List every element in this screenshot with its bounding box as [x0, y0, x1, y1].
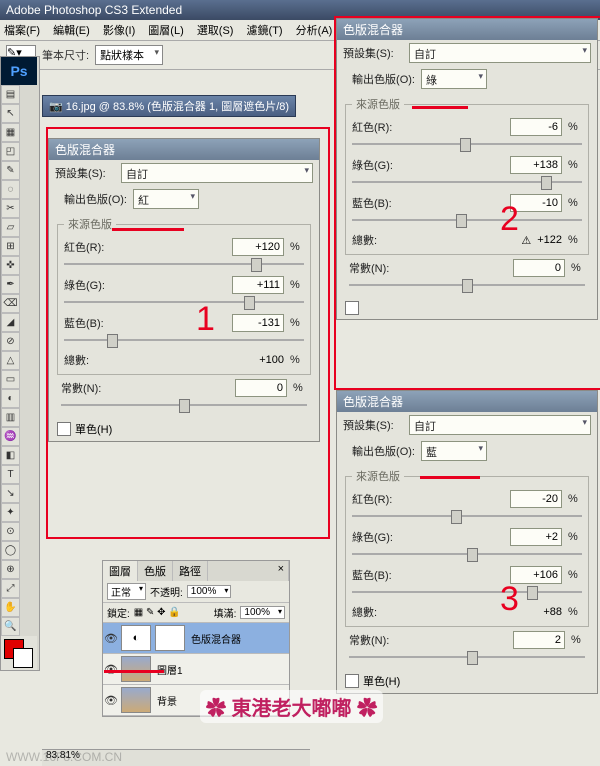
tool-18[interactable]: ♒: [1, 427, 20, 446]
menu-select[interactable]: 選取(S): [197, 25, 234, 37]
layer-row-mixer[interactable]: 👁 ◐ 色版混合器: [103, 623, 289, 654]
mask-thumb-icon: [155, 625, 185, 651]
color-wells[interactable]: [1, 636, 37, 670]
tool-7[interactable]: ▱: [1, 218, 20, 237]
tool-3[interactable]: ◰: [1, 142, 20, 161]
document-tab[interactable]: 📷 16.jpg @ 83.8% (色版混合器 1, 圖層遮色片/8): [42, 95, 296, 117]
tool-21[interactable]: ↘: [1, 484, 20, 503]
tool-27[interactable]: ✋: [1, 598, 20, 617]
layer-thumb: [121, 687, 151, 713]
tool-6[interactable]: ✂: [1, 199, 20, 218]
tool-16[interactable]: ◐: [1, 389, 20, 408]
toolbox: Ps ▤↖▦◰✎◌✂▱⊞✜✒⌫◢⊘△▭◐▥♒◧T↘✦⊙◯⊕⤢✋🔍: [0, 56, 40, 671]
tool-1[interactable]: ↖: [1, 104, 20, 123]
underline-3: [420, 476, 480, 479]
tool-12[interactable]: ◢: [1, 313, 20, 332]
ps-logo-icon: Ps: [1, 57, 37, 85]
red-input-3[interactable]: [510, 490, 562, 508]
opacity-select[interactable]: 100%: [187, 585, 232, 598]
blend-mode-select[interactable]: 正常: [107, 583, 146, 600]
tool-19[interactable]: ◧: [1, 446, 20, 465]
app-title: Adobe Photoshop CS3 Extended: [6, 3, 182, 17]
tool-24[interactable]: ◯: [1, 541, 20, 560]
menu-image[interactable]: 影像(I): [103, 25, 135, 37]
tool-14[interactable]: △: [1, 351, 20, 370]
tool-23[interactable]: ⊙: [1, 522, 20, 541]
tab-channels[interactable]: 色版: [138, 561, 173, 581]
underline-1: [112, 228, 184, 231]
tool-26[interactable]: ⤢: [1, 579, 20, 598]
sample-size-combo[interactable]: 點狀樣本: [95, 45, 163, 65]
green-input-3[interactable]: [510, 528, 562, 546]
tool-11[interactable]: ⌫: [1, 294, 20, 313]
tool-17[interactable]: ▥: [1, 408, 20, 427]
menu-analysis[interactable]: 分析(A): [296, 25, 333, 37]
menu-filter[interactable]: 濾鏡(T): [247, 25, 283, 37]
underline-4: [104, 670, 164, 673]
tool-2[interactable]: ▦: [1, 123, 20, 142]
watermark: WWW.16F8.COM.CN: [6, 750, 122, 764]
adjustment-thumb-icon: ◐: [121, 625, 151, 651]
eye-icon[interactable]: 👁: [103, 624, 119, 652]
annotation-box-2: [334, 16, 600, 390]
tool-15[interactable]: ▭: [1, 370, 20, 389]
tool-28[interactable]: 🔍: [1, 617, 20, 636]
tab-layers[interactable]: 圖層: [103, 561, 138, 581]
mono-checkbox-3[interactable]: [345, 674, 359, 688]
panel3-title: 色版混合器: [337, 391, 597, 412]
menu-file[interactable]: 檔案(F): [4, 25, 40, 37]
tool-13[interactable]: ⊘: [1, 332, 20, 351]
menu-edit[interactable]: 編輯(E): [53, 25, 90, 37]
tool-25[interactable]: ⊕: [1, 560, 20, 579]
layer-thumb: [121, 656, 151, 682]
preset-select-3[interactable]: 自訂: [409, 415, 591, 435]
fill-select[interactable]: 100%: [240, 606, 285, 619]
lock-icons[interactable]: ▦ ✎ ✥ 🔒: [134, 607, 181, 618]
background-swatch[interactable]: [13, 648, 33, 668]
tool-5[interactable]: ◌: [1, 180, 20, 199]
tool-10[interactable]: ✒: [1, 275, 20, 294]
underline-2: [412, 106, 468, 109]
eye-icon[interactable]: 👁: [103, 686, 119, 714]
annotation-2: 2: [500, 200, 519, 239]
tool-20[interactable]: T: [1, 465, 20, 484]
annotation-3: 3: [500, 580, 519, 619]
constant-input-3[interactable]: [513, 631, 565, 649]
tab-paths[interactable]: 路徑: [173, 561, 208, 581]
channel-mixer-panel-3: 色版混合器 預設集(S): 自訂 輸出色版(O): 藍 來源色版 紅色(R):%…: [336, 390, 598, 694]
annotation-1: 1: [196, 300, 215, 339]
menu-layer[interactable]: 圖層(L): [148, 25, 183, 37]
tool-22[interactable]: ✦: [1, 503, 20, 522]
tool-9[interactable]: ✜: [1, 256, 20, 275]
sample-size-label: 筆本尺寸:: [42, 47, 89, 63]
tool-4[interactable]: ✎: [1, 161, 20, 180]
output-select-blue[interactable]: 藍: [421, 441, 487, 461]
close-icon[interactable]: ×: [208, 561, 289, 581]
eye-icon[interactable]: 👁: [103, 655, 119, 683]
signature-overlay: ✿ 東港老大嘟嘟 ✿: [200, 690, 383, 723]
tool-0[interactable]: ▤: [1, 85, 20, 104]
tool-8[interactable]: ⊞: [1, 237, 20, 256]
annotation-box-1: [46, 127, 330, 539]
